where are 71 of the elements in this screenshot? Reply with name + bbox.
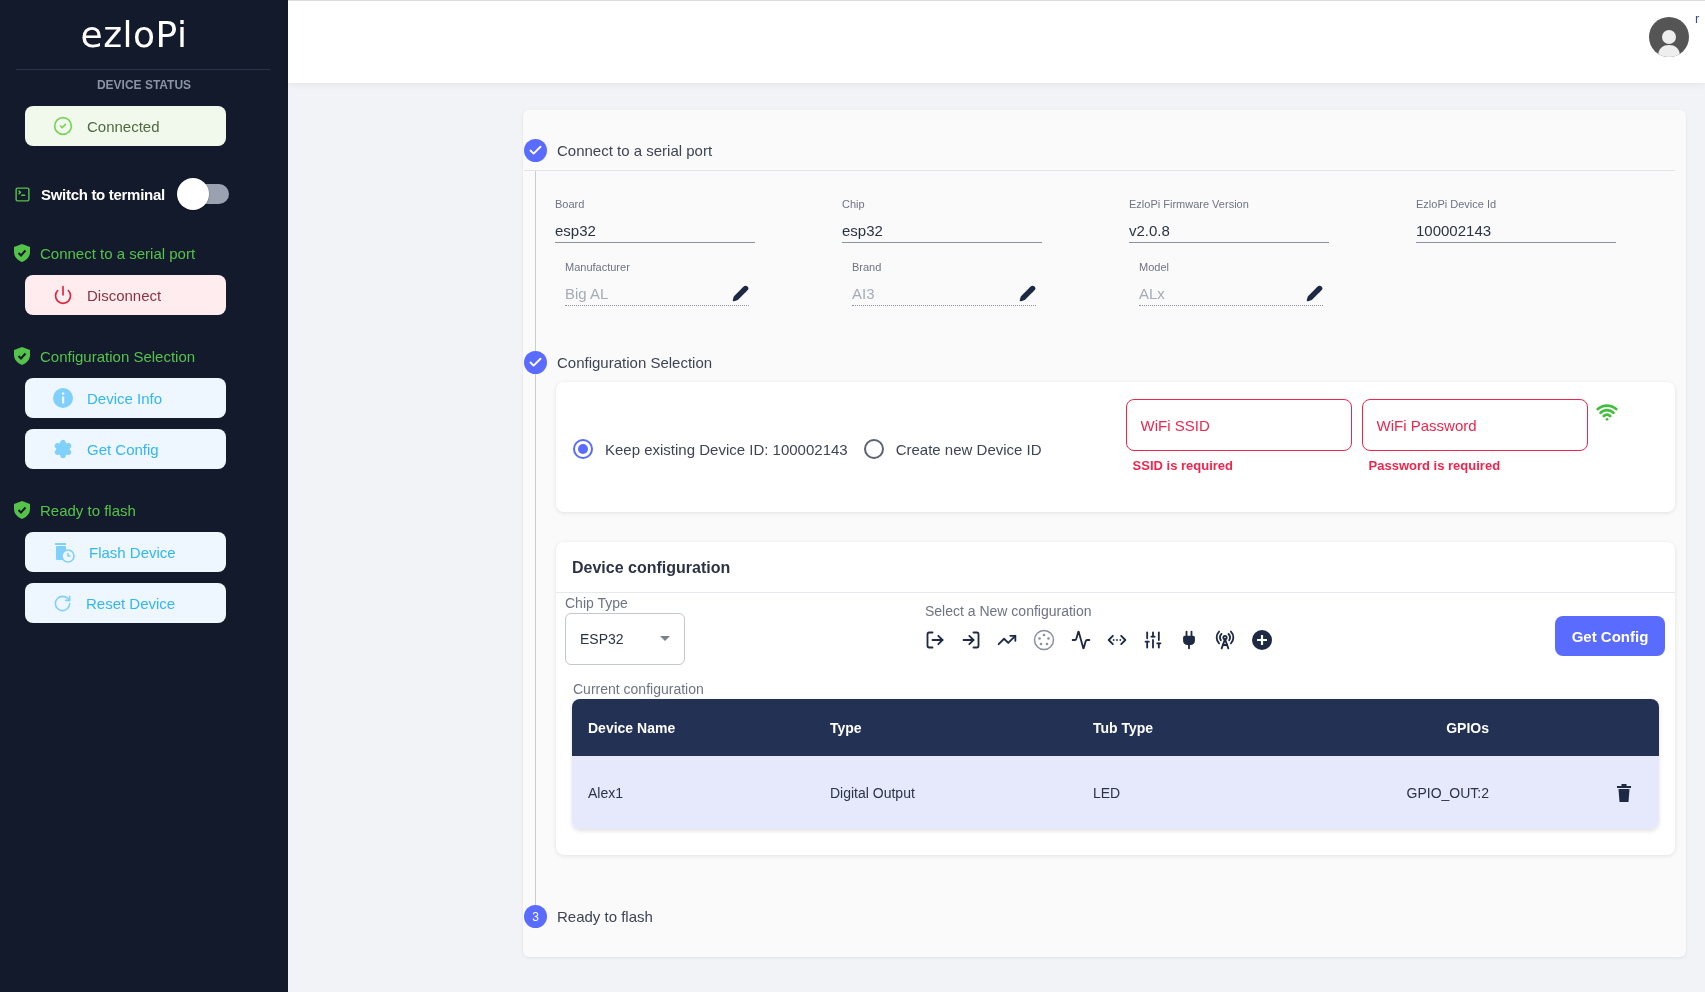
sliders-icon[interactable] [1143,630,1163,650]
bin-clock-icon [53,541,75,563]
avatar[interactable] [1649,17,1689,57]
input-field[interactable]: WiFi Password [1361,399,1588,451]
input-field[interactable]: AI3 [852,285,992,302]
edit-icon[interactable] [732,285,749,302]
step-title: Configuration Selection [40,347,196,365]
step-label: Connect to a serial port [557,142,713,159]
input-field[interactable]: v2.0.8 [1129,219,1329,243]
input-field[interactable]: ALx [1139,285,1279,302]
user-name[interactable]: r [1695,10,1705,26]
dotted-circle-icon[interactable] [1033,629,1055,651]
info-icon [53,388,73,408]
table-cell-text: LED [1093,784,1122,801]
terminal-icon [14,185,31,203]
terminal-switch[interactable] [176,178,229,210]
wifi-icon [1595,401,1618,423]
table-cell-text: Digital Output [830,784,916,801]
reset-icon [53,593,72,613]
settings-icon [53,439,73,459]
antenna-icon[interactable] [1215,630,1235,650]
field-label: Chip Type [565,595,629,611]
field-label: Board [555,198,586,210]
radio-option[interactable]: Create new Device ID [863,439,1042,459]
check-circle-icon [53,116,73,136]
caret-icon [660,636,670,642]
step-label: Ready to flash [557,908,653,925]
logo: ezloPi [80,14,188,55]
chip-type-select[interactable]: ESP32 [565,613,685,665]
edit-icon[interactable] [1306,285,1323,302]
add-icon[interactable] [1251,629,1273,651]
switch-label: Switch to terminal [41,185,165,203]
disconnect-button[interactable]: Disconnect [25,275,226,315]
radio-option[interactable]: Keep existing Device ID: 100002143 [573,439,848,459]
field-label: EzloPi Firmware Version [1129,198,1250,210]
field-label: Brand [852,261,883,273]
step-indicator: 3 [524,905,547,928]
delete-icon[interactable] [1617,783,1631,802]
field-label: Manufacturer [565,261,631,273]
line-graph-icon[interactable] [1071,630,1091,650]
table-cell-text: Alex1 [588,784,625,801]
input-field[interactable]: Big AL [565,285,705,302]
step-title: Connect to a serial port [40,244,196,262]
column-header: GPIOs [1446,719,1489,736]
field-label: Model [1139,261,1170,273]
field-label: Chip [842,198,866,210]
get-config-button[interactable]: Get Config [1555,616,1665,656]
connection-status: Connected [25,106,226,146]
error-text: Password is required [1368,458,1502,473]
section-label: Select a New configuration [925,603,1093,619]
power-icon [53,285,73,305]
error-text: SSID is required [1132,458,1234,473]
input-field[interactable]: WiFi SSID [1125,399,1352,451]
input-field[interactable]: esp32 [842,219,1042,243]
shield-check-icon [14,244,30,262]
table-cell: GPIO_OUT:2 [1406,784,1489,801]
edit-icon[interactable] [1019,285,1036,302]
step-label: Configuration Selection [557,354,713,371]
column-header: Device Name [588,719,677,736]
shield-check-icon [14,501,30,519]
column-header: Type [830,719,863,736]
shield-check-icon [14,347,30,365]
box-arrow-in-icon[interactable] [961,630,981,650]
step-title: Ready to flash [40,501,136,519]
input-field[interactable]: 100002143 [1416,219,1616,243]
section-title: DEVICE STATUS [96,78,192,92]
field-label: EzloPi Device Id [1416,198,1498,210]
input-field[interactable]: esp32 [555,219,755,243]
card-title: Device configuration [556,542,1675,593]
column-header: Tub Type [1093,719,1155,736]
section-label: Current configuration [572,680,705,697]
